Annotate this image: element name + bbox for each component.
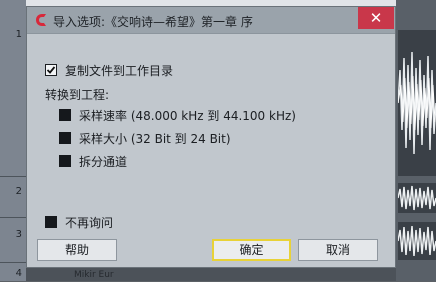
ok-button[interactable]: 确定 xyxy=(212,239,291,261)
track-list-panel: 1 2 3 4 xyxy=(0,0,27,281)
dont-ask-label[interactable]: 不再询问 xyxy=(65,214,113,231)
copy-files-label[interactable]: 复制文件到工作目录 xyxy=(65,62,173,79)
dialog-titlebar[interactable]: 导入选项:《交响诗—希望》第一章 序 ✕ xyxy=(27,7,395,34)
track-name-label: Mikir Eur xyxy=(74,270,114,280)
cubase-app-icon xyxy=(36,14,46,26)
close-icon: ✕ xyxy=(369,9,383,27)
track-divider xyxy=(0,176,26,177)
audio-event[interactable] xyxy=(397,183,436,213)
track-number: 2 xyxy=(15,186,22,197)
sample-size-checkbox[interactable] xyxy=(59,132,71,144)
checkmark-icon xyxy=(46,66,56,74)
track-divider xyxy=(0,217,26,218)
sample-size-label[interactable]: 采样大小 (32 Bit 到 24 Bit) xyxy=(79,130,231,147)
waveform xyxy=(397,51,436,155)
sample-rate-label[interactable]: 采样速率 (48.000 kHz 到 44.100 kHz) xyxy=(79,107,296,124)
track-number: 1 xyxy=(15,29,22,40)
help-button[interactable]: 帮助 xyxy=(37,239,117,261)
dialog-body: 复制文件到工作目录 转换到工程: 采样速率 (48.000 kHz 到 44.1… xyxy=(27,34,395,267)
dialog-title: 导入选项:《交响诗—希望》第一章 序 xyxy=(53,15,253,29)
import-options-dialog: 导入选项:《交响诗—希望》第一章 序 ✕ 复制文件到工作目录 转换到工程: 采样… xyxy=(26,6,396,268)
audio-event[interactable] xyxy=(397,222,436,260)
split-channels-checkbox[interactable] xyxy=(59,155,71,167)
split-channels-label[interactable]: 拆分通道 xyxy=(79,153,127,170)
cancel-button[interactable]: 取消 xyxy=(298,239,378,261)
dont-ask-checkbox[interactable] xyxy=(45,216,57,228)
track-number: 4 xyxy=(15,268,22,279)
convert-heading: 转换到工程: xyxy=(45,88,110,102)
audio-event[interactable] xyxy=(397,30,436,176)
copy-files-checkbox[interactable] xyxy=(45,64,57,76)
track-divider xyxy=(0,262,26,263)
close-button[interactable]: ✕ xyxy=(358,7,394,29)
waveform xyxy=(397,225,436,257)
track-number: 3 xyxy=(15,229,22,240)
waveform xyxy=(397,185,436,211)
sample-rate-checkbox[interactable] xyxy=(59,109,71,121)
